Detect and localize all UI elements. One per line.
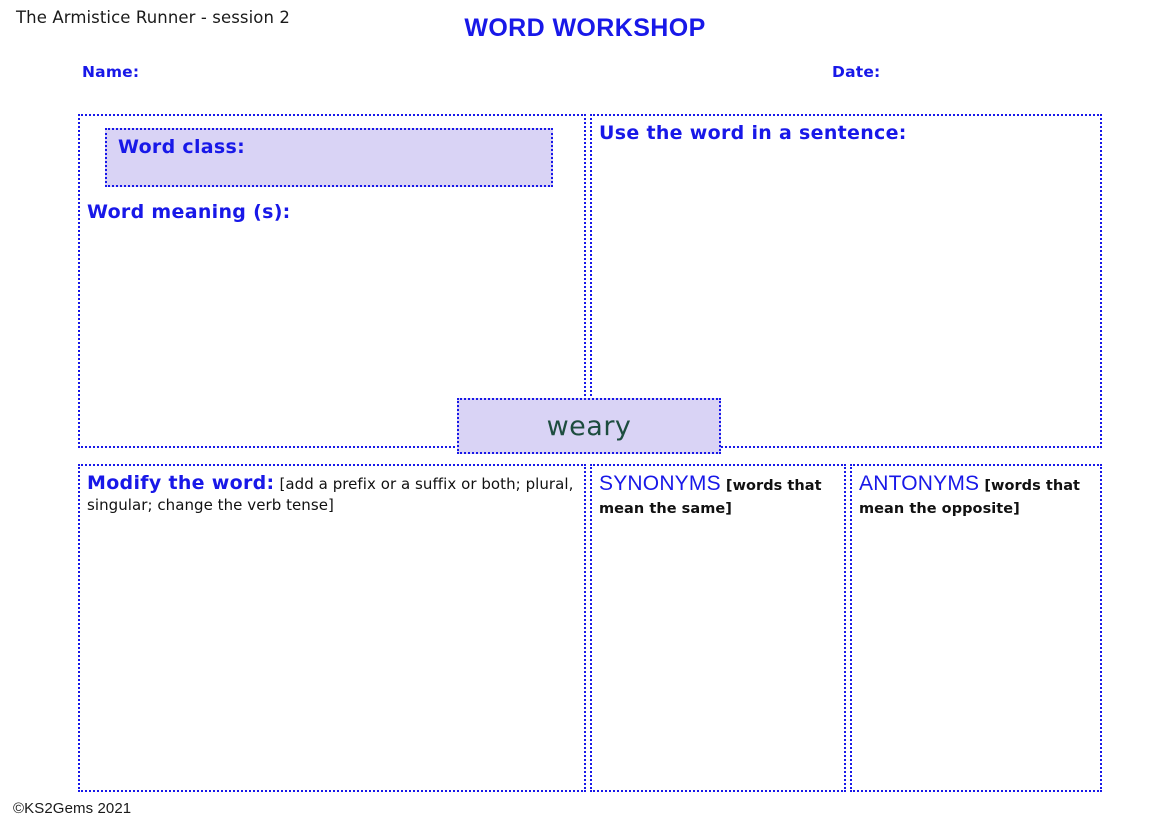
antonyms-panel[interactable]: ANTONYMS [words that mean the opposite] bbox=[850, 464, 1102, 792]
synonyms-heading: SYNONYMS [words that mean the same] bbox=[599, 471, 838, 518]
name-label: Name: bbox=[82, 63, 140, 81]
antonyms-heading: ANTONYMS [words that mean the opposite] bbox=[859, 471, 1094, 518]
page-title: WORD WORKSHOP bbox=[464, 14, 706, 42]
sentence-label: Use the word in a sentence: bbox=[599, 122, 907, 144]
target-word-text: weary bbox=[546, 410, 632, 442]
date-label: Date: bbox=[832, 63, 881, 81]
synonyms-label: SYNONYMS bbox=[599, 472, 721, 495]
target-word-chip: weary bbox=[457, 398, 721, 454]
modify-heading: Modify the word: [add a prefix or a suff… bbox=[87, 471, 578, 516]
footer-copyright: ©KS2Gems 2021 bbox=[13, 800, 132, 817]
word-class-label: Word class: bbox=[118, 136, 246, 158]
word-class-box[interactable]: Word class: bbox=[105, 128, 553, 187]
word-meaning-label: Word meaning (s): bbox=[87, 201, 291, 223]
modify-the-word-panel[interactable]: Modify the word: [add a prefix or a suff… bbox=[78, 464, 586, 792]
synonyms-panel[interactable]: SYNONYMS [words that mean the same] bbox=[590, 464, 846, 792]
modify-label: Modify the word: bbox=[87, 472, 275, 494]
antonyms-label: ANTONYMS bbox=[859, 472, 980, 495]
